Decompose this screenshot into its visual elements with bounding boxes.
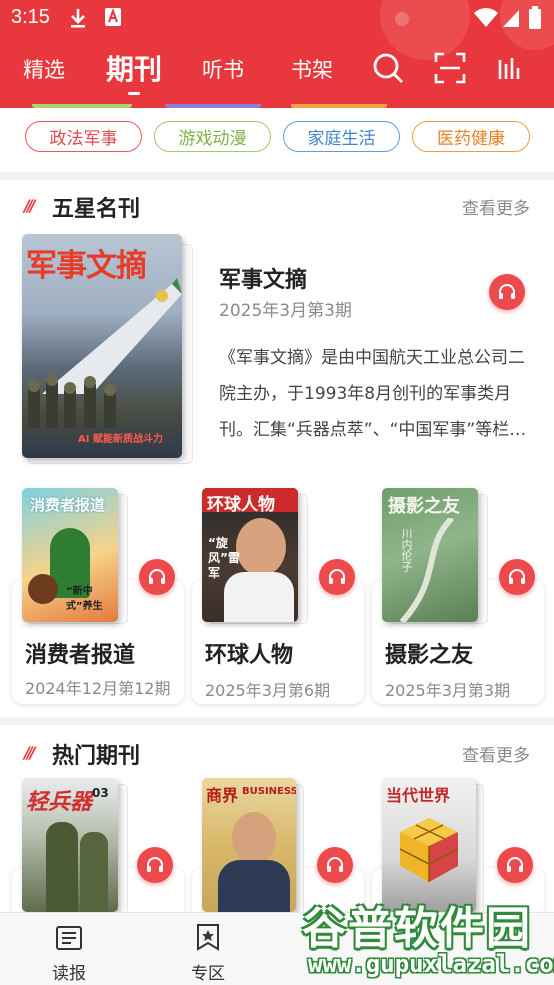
listen-button[interactable] (317, 847, 353, 883)
cover-soldiers-graphic (28, 374, 116, 428)
listen-button[interactable] (499, 559, 535, 595)
headphones-icon (147, 857, 163, 872)
section-title: 热门期刊 (52, 744, 141, 769)
cover-caption: “旋风”雷军 (208, 536, 240, 580)
section-title: 五星名刊 (52, 197, 141, 222)
app-notification-icon (104, 7, 122, 31)
headphones-icon (507, 857, 523, 872)
nav-label: 专区 (191, 964, 225, 984)
cover-masthead: 摄影之友 (388, 496, 460, 517)
cover-masthead-en: BUSINESS (242, 786, 296, 797)
magazine-title[interactable]: 消费者报道 (25, 637, 135, 669)
magazine-issue: 2024年12月第12期 (25, 679, 171, 698)
cover-masthead: 消费者报道 (30, 496, 106, 514)
cover-suit-graphic (218, 860, 290, 912)
cover-caption: AI 赋能新质战斗力 (78, 434, 163, 445)
five-star-header: /// 五星名刊 查看更多 (0, 186, 554, 226)
watermark-url: www.gupuxlazal.com (308, 950, 554, 978)
star-bookmark-icon (197, 924, 219, 951)
cover-masthead: 环球人物 (207, 495, 275, 515)
battery-icon (528, 6, 542, 34)
newspaper-icon (56, 926, 82, 950)
featured-issue: 2025年3月第3期 (219, 301, 352, 321)
see-more-link[interactable]: 查看更多 (462, 741, 530, 766)
nav-item-zone[interactable]: 专区 (163, 913, 253, 985)
magazine-issue: 2025年3月第6期 (205, 681, 331, 700)
status-bar: 3:15 (0, 0, 554, 38)
tab-periodicals[interactable]: 期刊 (106, 48, 162, 88)
active-tab-indicator (128, 92, 140, 95)
watermark-logo-text: 谷普软件园 (302, 903, 532, 954)
cover-soldier-graphic (46, 822, 78, 912)
featured-title[interactable]: 军事文摘 (219, 262, 307, 294)
watermark-overlay: 谷普软件园 www.gupuxlazal.com (302, 892, 554, 984)
headphones-icon (499, 284, 515, 299)
ranking-icon[interactable] (497, 54, 523, 84)
cover-caption: “新中式”养生 (66, 586, 103, 612)
magazine-cover[interactable]: 环球人物 “旋风”雷军 (202, 488, 298, 622)
search-icon[interactable] (372, 52, 404, 88)
scan-icon[interactable] (434, 52, 466, 88)
magazine-cover[interactable]: 商界 BUSINESS (202, 778, 296, 912)
category-chip-family-life[interactable]: 家庭生活 (283, 121, 400, 152)
cover-face-graphic (236, 518, 286, 576)
category-chip-law-military[interactable]: 政法军事 (25, 121, 142, 152)
cover-soldier-graphic (80, 832, 108, 912)
cover-masthead: 商界 (206, 786, 239, 805)
nav-item-newspaper[interactable]: 读报 (24, 913, 114, 985)
hot-header: /// 热门期刊 查看更多 (0, 733, 554, 773)
download-icon (68, 7, 88, 33)
section-marker-icon: /// (24, 743, 35, 762)
cover-road-graphic (399, 518, 455, 622)
scroll-hint (291, 104, 387, 108)
listen-button[interactable] (489, 274, 525, 310)
magazine-title[interactable]: 环球人物 (205, 637, 293, 669)
section-marker-icon: /// (24, 196, 35, 215)
cover-cube-graphic (399, 818, 459, 882)
headphones-icon (509, 569, 525, 584)
tab-featured[interactable]: 精选 (23, 54, 65, 84)
wifi-icon (474, 8, 498, 32)
top-tab-bar: 精选 期刊 听书 书架 (0, 46, 554, 96)
nav-label: 读报 (52, 964, 86, 984)
tab-bookshelf[interactable]: 书架 (291, 54, 333, 84)
featured-cover[interactable]: 军事文摘 AI 赋能新质战斗力 (22, 234, 182, 458)
featured-description: 《军事文摘》是由中国航天工业总公司二院主办，于1993年8月创刊的军事类月刊。汇… (219, 348, 525, 440)
listen-button[interactable] (139, 559, 175, 595)
listen-button[interactable] (497, 847, 533, 883)
scroll-hint (420, 104, 520, 108)
tab-audiobooks[interactable]: 听书 (202, 54, 244, 84)
headphones-icon (327, 857, 343, 872)
scroll-hint (32, 104, 132, 108)
cover-masthead: 轻兵器 (26, 790, 93, 815)
cover-issue-badge: 03 (92, 786, 109, 800)
see-more-link[interactable]: 查看更多 (462, 194, 530, 219)
status-time: 3:15 (11, 6, 50, 28)
magazine-issue: 2025年3月第3期 (385, 681, 511, 700)
cellular-signal-icon (502, 8, 520, 32)
headphones-icon (329, 569, 345, 584)
magazine-cover[interactable]: 消费者报道 “新中式”养生 (22, 488, 118, 622)
scroll-hint (165, 104, 261, 108)
magazine-title[interactable]: 摄影之友 (385, 637, 473, 669)
headphones-icon (149, 569, 165, 584)
cover-caption: 川内伦子 (400, 528, 413, 572)
cover-face-graphic (232, 812, 276, 864)
category-chip-games-anime[interactable]: 游戏动漫 (154, 121, 271, 152)
listen-button[interactable] (319, 559, 355, 595)
cover-figure-graphic (28, 574, 58, 604)
category-chip-health[interactable]: 医药健康 (412, 121, 530, 152)
magazine-cover[interactable]: 摄影之友 川内伦子 (382, 488, 478, 622)
listen-button[interactable] (137, 847, 173, 883)
magazine-cover[interactable]: 轻兵器 03 (22, 778, 118, 912)
app-header: 3:15 精选 期刊 听书 书架 (0, 0, 554, 108)
cover-masthead: 当代世界 (386, 786, 451, 805)
